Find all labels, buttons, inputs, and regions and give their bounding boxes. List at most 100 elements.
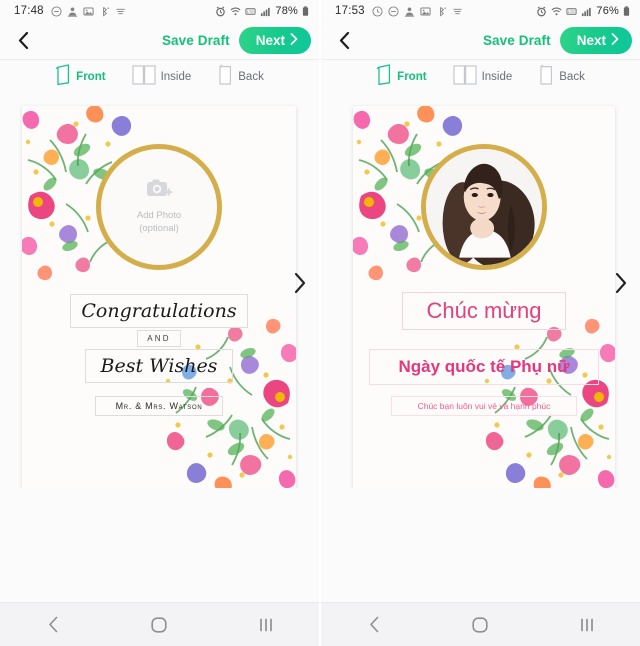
card-inside-icon xyxy=(452,64,477,90)
signal-icon xyxy=(260,6,271,17)
next-button[interactable]: Next xyxy=(238,27,311,54)
android-recents-icon[interactable] xyxy=(565,610,609,640)
status-left-icons xyxy=(51,5,126,17)
card-text-message[interactable]: Chúc bạn luôn vui vẻ và hạnh phúc xyxy=(391,396,577,416)
next-button-label: Next xyxy=(576,33,606,48)
card-text-connector[interactable]: AND xyxy=(137,330,181,347)
add-photo-text: Add Photo (optional) xyxy=(137,210,181,236)
empty-area xyxy=(0,488,319,602)
card-text-signature-value: Mr. & Mrs. Watson xyxy=(115,401,203,411)
screenshot-stage: 17:48 LTE 78% Save Draft Next Front Insi… xyxy=(0,0,640,646)
wifi-icon xyxy=(230,6,241,17)
card-text-headline-value: Congratulations xyxy=(81,300,237,322)
menu-lines-icon xyxy=(452,6,463,17)
card-text-headline-value: Chúc mừng xyxy=(426,298,542,323)
phone-screenshot-right: 17:53 LTE 76% Save Draft Next Front Insi… xyxy=(321,0,640,646)
card-text-headline[interactable]: Congratulations xyxy=(70,294,248,328)
chevron-right-icon xyxy=(290,33,298,48)
carousel-next-arrow[interactable] xyxy=(612,270,630,296)
card-text-subheadline[interactable]: Ngày quốc tế Phụ nữ xyxy=(369,349,599,385)
carousel-next-arrow[interactable] xyxy=(291,270,309,296)
add-photo-placeholder[interactable]: Add Photo (optional) xyxy=(96,144,222,270)
status-time: 17:53 xyxy=(335,5,365,17)
signal-icon xyxy=(581,6,592,17)
contacts-icon xyxy=(404,6,415,17)
tab-front[interactable]: Front xyxy=(376,64,427,90)
top-navigation-bar: Save Draft Next xyxy=(321,22,640,60)
tab-front-label: Front xyxy=(397,71,427,83)
portrait-photo xyxy=(426,149,542,265)
card-text-signature[interactable]: Mr. & Mrs. Watson xyxy=(95,396,223,416)
tab-back[interactable]: Back xyxy=(538,64,585,90)
android-navigation-bar xyxy=(321,602,640,646)
tab-inside-label: Inside xyxy=(160,71,192,83)
android-home-icon[interactable] xyxy=(137,610,181,640)
status-battery-text: 76% xyxy=(596,5,619,17)
tab-inside[interactable]: Inside xyxy=(131,64,192,90)
do-not-disturb-icon xyxy=(51,5,62,17)
card-text-connector-value: AND xyxy=(147,334,171,343)
card-text-subheadline[interactable]: Best Wishes xyxy=(85,349,233,383)
card-canvas-area: Chúc mừng Ngày quốc tế Phụ nữ Chúc bạn l… xyxy=(321,94,640,524)
back-button[interactable] xyxy=(12,30,34,52)
card-inside-icon xyxy=(131,64,156,90)
mobile-data-icon: LTE xyxy=(245,6,256,17)
tab-back[interactable]: Back xyxy=(217,64,264,90)
tab-back-label: Back xyxy=(559,71,585,83)
bluetooth-share-icon xyxy=(99,6,110,17)
android-recents-icon[interactable] xyxy=(244,610,288,640)
greeting-card-front[interactable]: Chúc mừng Ngày quốc tế Phụ nữ Chúc bạn l… xyxy=(353,106,615,493)
android-home-icon[interactable] xyxy=(458,610,502,640)
card-back-icon xyxy=(538,64,554,90)
do-not-disturb-icon xyxy=(388,5,399,17)
next-button-label: Next xyxy=(255,33,285,48)
status-battery-text: 78% xyxy=(275,5,298,17)
status-bar: 17:53 LTE 76% xyxy=(321,0,640,22)
save-draft-button[interactable]: Save Draft xyxy=(162,33,230,48)
android-back-icon[interactable] xyxy=(352,610,396,640)
status-bar: 17:48 LTE 78% xyxy=(0,0,319,22)
tab-inside[interactable]: Inside xyxy=(452,64,513,90)
empty-area xyxy=(321,488,640,602)
mobile-data-icon: LTE xyxy=(566,6,577,17)
alarm-icon xyxy=(536,5,547,17)
gallery-icon xyxy=(83,6,94,17)
card-side-tabs: Front Inside Back xyxy=(321,60,640,94)
phone-screenshot-left: 17:48 LTE 78% Save Draft Next Front Insi… xyxy=(0,0,319,646)
chevron-right-icon xyxy=(611,33,619,48)
battery-icon xyxy=(623,5,630,17)
tab-inside-label: Inside xyxy=(481,71,513,83)
alarm-snooze-icon xyxy=(372,5,383,17)
wifi-icon xyxy=(551,6,562,17)
tab-back-label: Back xyxy=(238,71,264,83)
status-right-icons: LTE 78% xyxy=(215,5,309,17)
status-left-icons xyxy=(372,5,463,17)
back-button[interactable] xyxy=(333,30,355,52)
card-text-headline[interactable]: Chúc mừng xyxy=(402,292,566,330)
card-front-icon xyxy=(55,64,71,90)
status-right-icons: LTE 76% xyxy=(536,5,630,17)
card-text-subheadline-value: Ngày quốc tế Phụ nữ xyxy=(398,357,570,376)
screenshot-divider xyxy=(319,0,321,646)
save-draft-button[interactable]: Save Draft xyxy=(483,33,551,48)
status-time: 17:48 xyxy=(14,5,44,17)
tab-front-label: Front xyxy=(76,71,106,83)
contacts-icon xyxy=(67,6,78,17)
gallery-icon xyxy=(420,6,431,17)
battery-icon xyxy=(302,5,309,17)
tab-front[interactable]: Front xyxy=(55,64,106,90)
next-button[interactable]: Next xyxy=(559,27,632,54)
card-front-icon xyxy=(376,64,392,90)
alarm-icon xyxy=(215,5,226,17)
android-back-icon[interactable] xyxy=(31,610,75,640)
top-navigation-bar: Save Draft Next xyxy=(0,22,319,60)
greeting-card-front[interactable]: Add Photo (optional) Congratulations AND… xyxy=(22,106,296,493)
bluetooth-share-icon xyxy=(436,6,447,17)
svg-text:LTE: LTE xyxy=(247,9,255,13)
add-photo-line1: Add Photo xyxy=(136,210,182,222)
card-photo[interactable] xyxy=(421,144,547,270)
android-navigation-bar xyxy=(0,602,319,646)
card-text-subheadline-value: Best Wishes xyxy=(100,355,218,377)
add-photo-line2: (optional) xyxy=(139,223,179,234)
menu-lines-icon xyxy=(115,6,126,17)
